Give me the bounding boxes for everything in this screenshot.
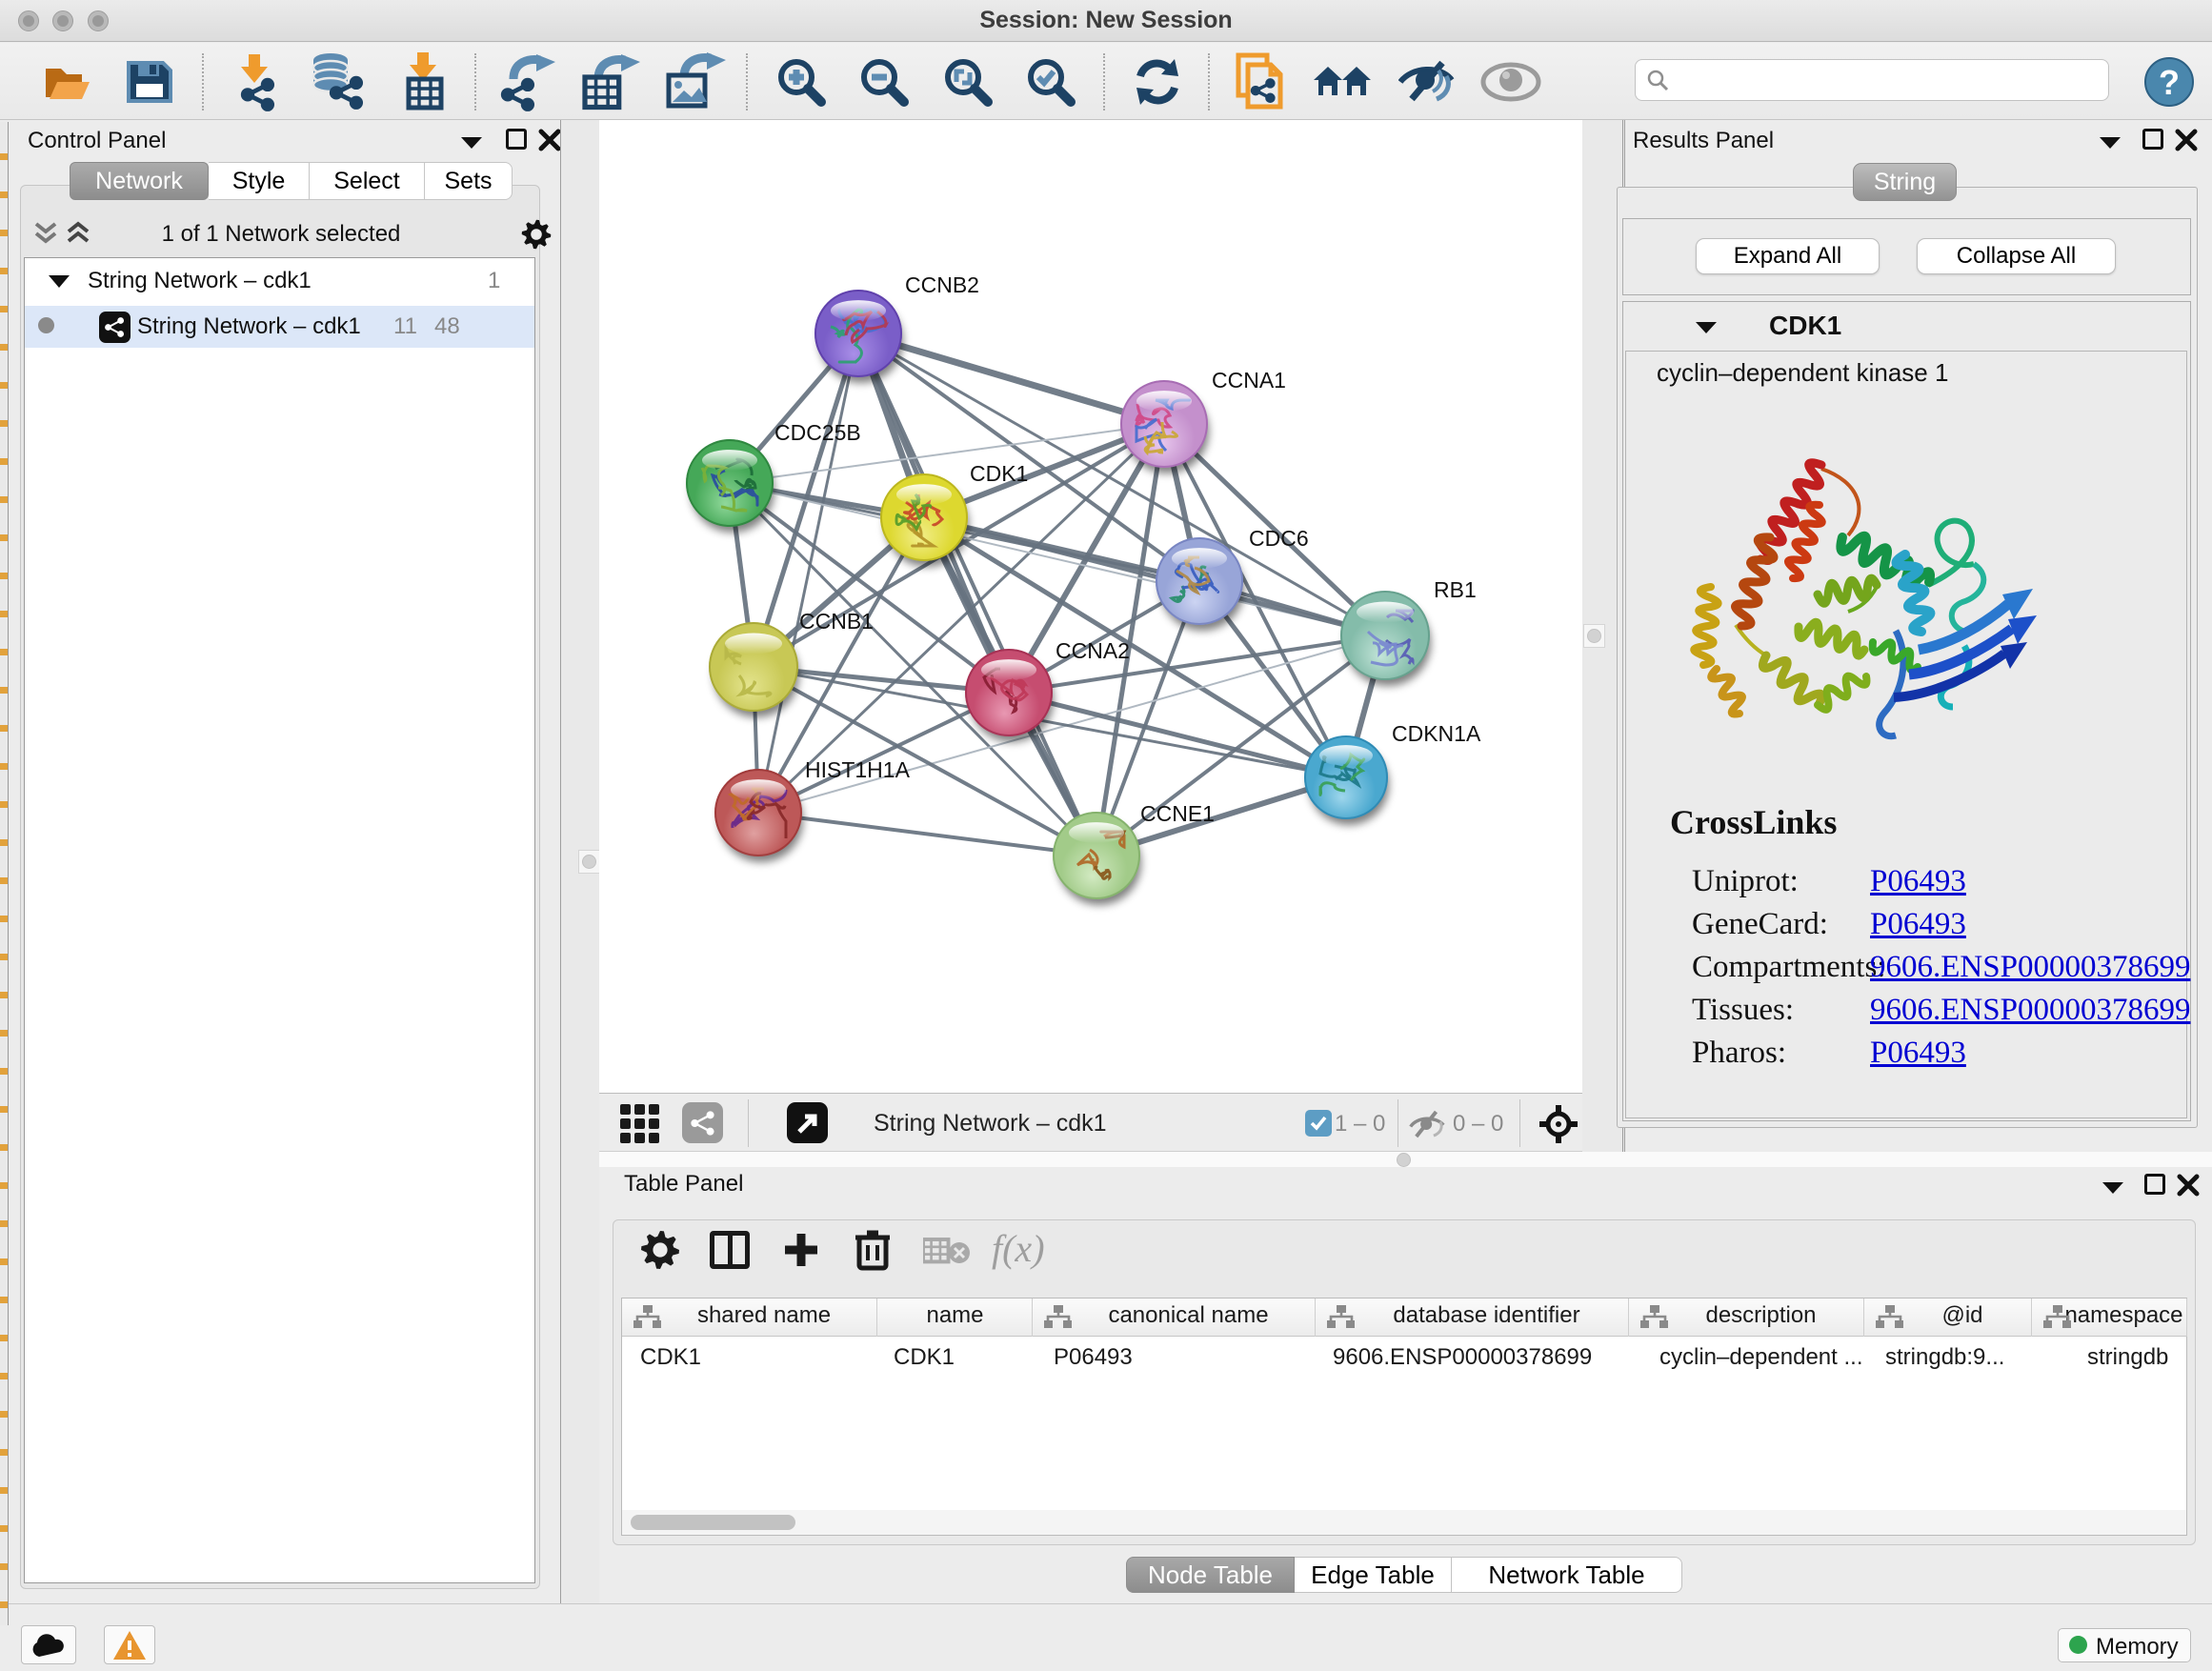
svg-text:RB1: RB1 — [1434, 577, 1477, 602]
svg-text:CCNB1: CCNB1 — [799, 609, 874, 634]
svg-text:CCNA1: CCNA1 — [1212, 368, 1286, 393]
svg-text:CDC25B: CDC25B — [774, 420, 861, 445]
svg-text:CCNB2: CCNB2 — [905, 272, 979, 297]
svg-text:CDKN1A: CDKN1A — [1392, 721, 1481, 746]
svg-text:CDK1: CDK1 — [970, 461, 1028, 486]
svg-text:CCNA2: CCNA2 — [1056, 638, 1130, 663]
svg-text:CCNE1: CCNE1 — [1140, 801, 1215, 826]
svg-text:CDC6: CDC6 — [1249, 526, 1309, 551]
svg-text:HIST1H1A: HIST1H1A — [805, 757, 911, 782]
